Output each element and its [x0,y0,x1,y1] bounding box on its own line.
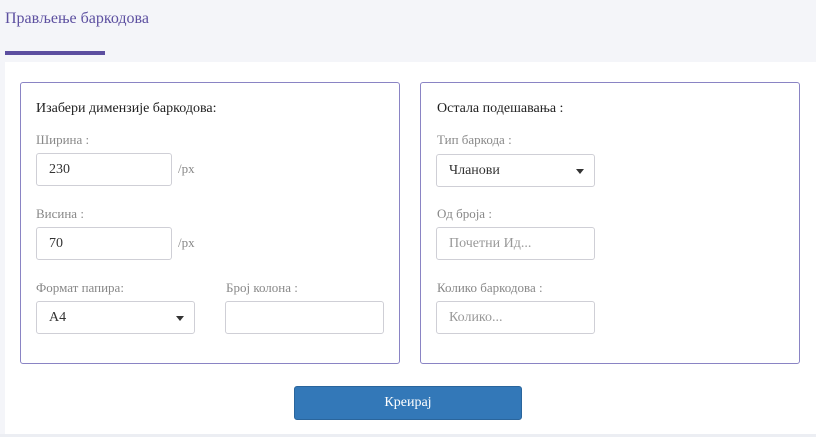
active-tab-indicator [5,51,105,55]
dimensions-panel-title: Изабери димензије баркодова: [36,101,217,116]
barcode-type-select[interactable]: Чланови [436,154,595,187]
dimensions-panel: Изабери димензије баркодова: Ширина : 23… [20,82,400,364]
width-input[interactable]: 230 [36,153,172,186]
columns-input[interactable] [225,301,384,334]
other-settings-panel: Остала подешавања : Тип баркода : Чланов… [420,82,800,364]
width-unit: /px [178,161,195,176]
from-number-input[interactable]: Почетни Ид... [436,227,595,260]
paper-format-value: A4 [49,310,67,325]
chevron-down-icon [176,316,184,321]
other-settings-panel-title: Остала подешавања : [437,101,564,116]
columns-label: Број колона : [226,280,298,295]
chevron-down-icon [576,169,584,174]
tab-barcode-creation[interactable]: Прављење баркодова [5,10,149,28]
barcode-type-label: Тип баркода : [437,132,512,147]
tab-bar: Прављење баркодова [0,0,816,56]
paper-format-label: Формат папира: [36,280,124,295]
height-input[interactable]: 70 [36,227,172,260]
create-button[interactable]: Креирај [294,386,522,420]
barcode-type-value: Чланови [449,163,500,178]
height-unit: /px [178,235,195,250]
width-label: Ширина : [36,132,90,147]
paper-format-select[interactable]: A4 [36,301,195,334]
from-number-label: Од броја : [437,206,492,221]
count-input[interactable]: Колико... [436,301,595,334]
count-label: Колико баркодова : [437,280,543,295]
height-label: Висина : [36,206,84,221]
